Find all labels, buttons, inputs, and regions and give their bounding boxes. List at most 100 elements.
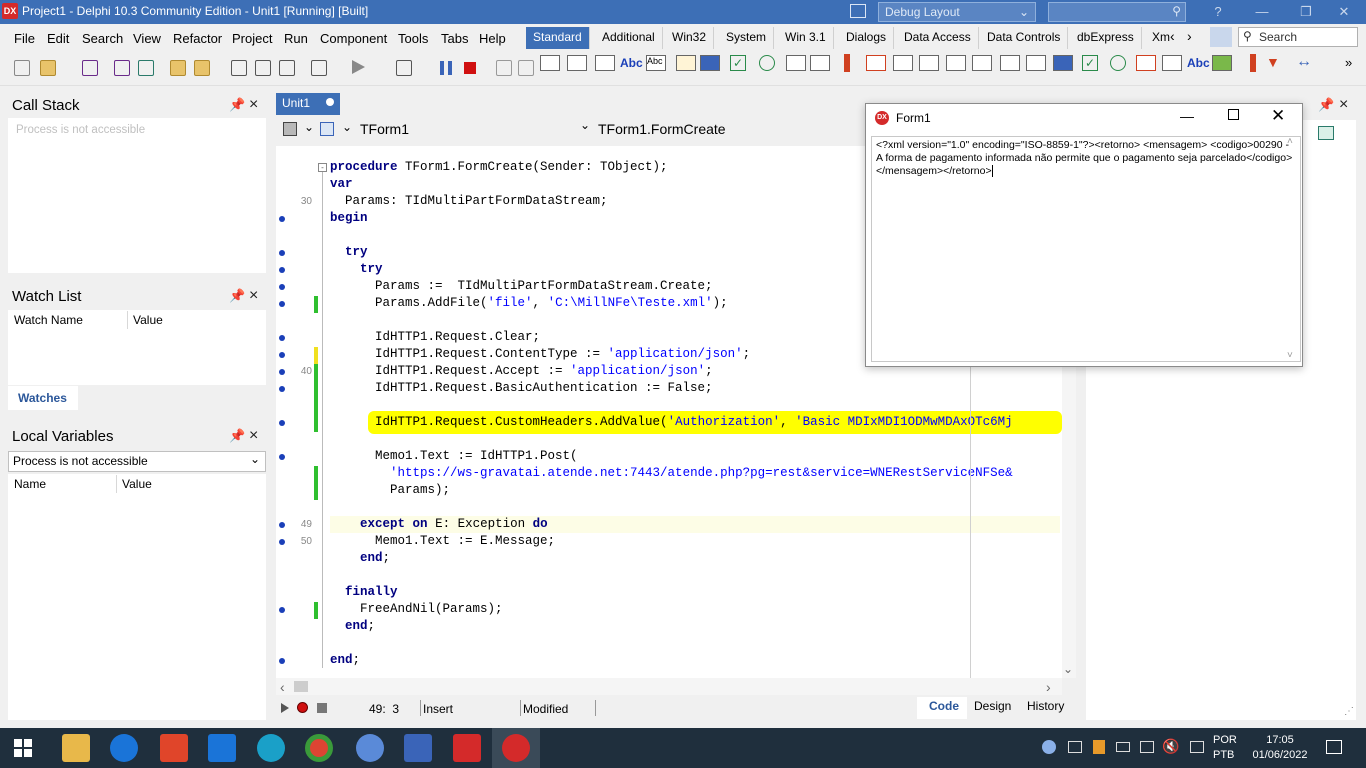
palette-tab-additional[interactable]: Additional [595, 27, 663, 49]
local-name-header[interactable]: Name [14, 477, 46, 491]
palette-component-progress-icon[interactable] [1212, 55, 1232, 71]
code-line[interactable]: IdHTTP1.Request.ContentType := 'applicat… [330, 347, 750, 361]
notifications-icon[interactable] [1326, 740, 1342, 754]
code-line[interactable]: Memo1.Text := E.Message; [330, 534, 555, 548]
palette-component-main-menu-icon[interactable] [540, 55, 560, 71]
palette-component-listbox-icon[interactable] [786, 55, 806, 71]
code-line[interactable]: IdHTTP1.Request.BasicAuthentication := F… [330, 381, 713, 395]
breakpoint-dot-icon[interactable] [279, 352, 285, 358]
new-form-icon[interactable] [311, 60, 327, 76]
step-over-icon[interactable] [518, 60, 534, 76]
chevron-right-icon[interactable]: › [1187, 28, 1192, 44]
code-line[interactable]: IdHTTP1.Request.CustomHeaders.AddValue('… [330, 415, 1013, 429]
network-icon[interactable] [1190, 741, 1204, 753]
local-vars-combo[interactable]: Process is not accessible ⌄ [8, 451, 266, 472]
palette-search-input[interactable]: ⚲ Search [1238, 27, 1358, 47]
palette-component-bitbtn-icon[interactable] [1000, 55, 1020, 71]
local-value-header[interactable]: Value [122, 477, 152, 491]
code-line[interactable]: end; [330, 653, 360, 667]
help-icon[interactable]: ? [1196, 0, 1240, 24]
method-combo[interactable]: TForm1.FormCreate [594, 120, 864, 140]
palette-tab-dialogs[interactable]: Dialogs [839, 27, 895, 49]
unit-icon[interactable] [283, 122, 297, 136]
network-globe-icon[interactable] [356, 734, 384, 762]
local-vars-grid[interactable] [8, 474, 266, 720]
breakpoint-dot-icon[interactable] [279, 420, 285, 426]
breakpoint-dot-icon[interactable] [279, 607, 285, 613]
close-panel-icon[interactable]: × [249, 96, 258, 114]
code-line[interactable]: var [330, 177, 353, 191]
view-unit-icon[interactable] [231, 60, 247, 76]
new-icon[interactable] [14, 60, 30, 76]
play-macro-icon[interactable] [281, 703, 289, 713]
menu-help[interactable]: Help [479, 31, 506, 46]
palette-component-groupbox-icon[interactable] [866, 55, 886, 71]
chevron-down-icon[interactable]: ⌄ [342, 120, 352, 134]
delphi-taskbar-icon[interactable] [453, 734, 481, 762]
palette-component-panel-icon[interactable] [919, 55, 939, 71]
form1-minimize-button[interactable]: — [1180, 108, 1194, 124]
run-without-debug-icon[interactable] [396, 60, 412, 76]
code-line[interactable]: finally [330, 585, 398, 599]
trace-into-icon[interactable] [496, 60, 512, 76]
palette-tab-standard[interactable]: Standard [526, 27, 590, 49]
stop-icon[interactable] [464, 62, 476, 74]
menu-project[interactable]: Project [232, 31, 272, 46]
palette-tab-win32[interactable]: Win32 [665, 27, 715, 49]
palette-component-speedbutton-icon[interactable] [1026, 55, 1046, 71]
pin-icon[interactable]: 📌 [229, 97, 245, 113]
breakpoint-dot-icon[interactable] [279, 454, 285, 460]
code-line[interactable]: try [330, 245, 368, 259]
palette-component-button-icon[interactable] [700, 55, 720, 71]
volume-muted-icon[interactable]: 🔇 [1162, 738, 1179, 755]
close-panel-icon[interactable]: × [249, 287, 258, 305]
palette-component-scrollbar2-icon[interactable] [1250, 54, 1256, 72]
save-icon[interactable] [82, 60, 98, 76]
palette-component-scrollbar-icon[interactable] [844, 54, 850, 72]
minimize-button[interactable]: — [1240, 0, 1284, 24]
form1-window[interactable]: DX Form1 — ✕ <?xml version="1.0" encodin… [865, 103, 1303, 367]
palette-component-edit-icon[interactable]: Abc [620, 56, 643, 70]
breakpoint-dot-icon[interactable] [279, 386, 285, 392]
code-line[interactable]: Params: TIdMultiPartFormDataStream; [330, 194, 608, 208]
remote-desktop-icon[interactable] [404, 734, 432, 762]
palette-component-list2-icon[interactable] [1136, 55, 1156, 71]
clock[interactable]: 17:05 01/06/2022 [1252, 733, 1308, 763]
run-icon[interactable] [352, 60, 365, 74]
code-line[interactable]: Params); [330, 483, 450, 497]
keyboard-language[interactable]: POR PTB [1213, 733, 1237, 763]
breakpoint-dot-icon[interactable] [279, 250, 285, 256]
remove-from-project-icon[interactable] [194, 60, 210, 76]
code-line[interactable]: 'https://ws-gravatai.atende.net:7443/ate… [330, 466, 1013, 480]
tab-history[interactable]: History [1027, 699, 1064, 713]
palette-component-frame-icon[interactable] [972, 55, 992, 71]
delphi-running-app-icon[interactable] [502, 734, 530, 762]
code-line[interactable]: Memo1.Text := IdHTTP1.Post( [330, 449, 578, 463]
code-line[interactable]: end; [330, 551, 390, 565]
class-combo[interactable]: TForm1 ⌄ [356, 118, 594, 140]
palette-component-radiogroup-icon[interactable] [893, 55, 913, 71]
palette-component-okbutton-icon[interactable] [1053, 55, 1073, 71]
tab-design[interactable]: Design [974, 699, 1011, 713]
chevron-left-icon[interactable]: ‹ [1170, 28, 1175, 44]
menu-file[interactable]: File [14, 31, 35, 46]
palette-component-combobox-icon[interactable] [810, 55, 830, 71]
chrome-icon[interactable] [305, 734, 333, 762]
palette-component-radio2-icon[interactable] [1110, 55, 1126, 71]
mail-icon[interactable] [208, 734, 236, 762]
breakpoint-dot-icon[interactable] [279, 284, 285, 290]
toggle-form-icon[interactable] [279, 60, 295, 76]
pin-icon[interactable]: 📌 [229, 428, 245, 444]
watch-name-header[interactable]: Watch Name [14, 313, 83, 327]
title-search-input[interactable]: ⚲ [1048, 2, 1186, 22]
pin-icon[interactable]: 📌 [1318, 97, 1334, 113]
chevron-down-icon[interactable]: ⌄ [304, 120, 314, 134]
breakpoint-dot-icon[interactable] [279, 539, 285, 545]
close-panel-icon[interactable]: × [249, 427, 258, 445]
code-line[interactable]: end; [330, 619, 375, 633]
palette-tab-dbexpress[interactable]: dbExpress [1070, 27, 1142, 49]
menu-search[interactable]: Search [82, 31, 123, 46]
palette-tab-data-controls[interactable]: Data Controls [980, 27, 1069, 49]
form1-maximize-button[interactable] [1228, 109, 1239, 120]
breakpoint-dot-icon[interactable] [279, 369, 285, 375]
